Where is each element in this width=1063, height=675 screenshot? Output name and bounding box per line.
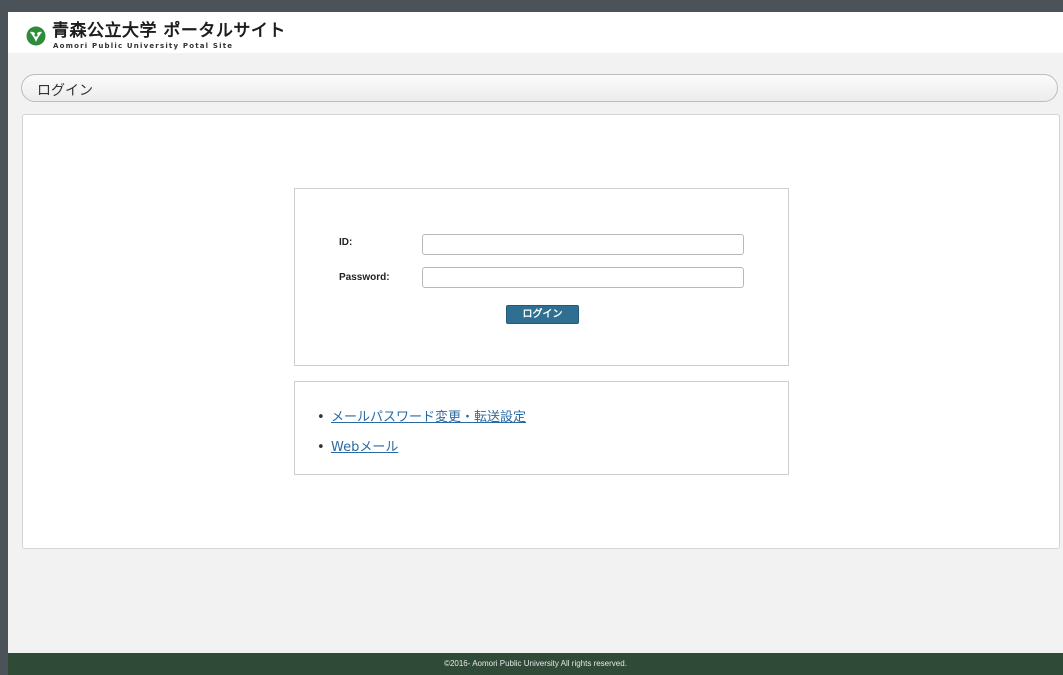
login-form: ID: Password: ログイン [294, 188, 789, 366]
password-label: Password: [339, 272, 390, 283]
site-footer: ©2016- Aomori Public University All righ… [8, 653, 1063, 675]
site-title: 青森公立大学 ポータルサイト [52, 21, 286, 41]
links-panel: • メールパスワード変更・転送設定 • Webメール [294, 381, 789, 475]
webmail-link[interactable]: Webメール [331, 440, 398, 455]
breadcrumb: ログイン [21, 74, 1058, 102]
id-input[interactable] [422, 234, 744, 255]
list-item: • Webメール [317, 436, 398, 455]
list-item: • メールパスワード変更・転送設定 [317, 406, 526, 425]
window-left-edge [0, 0, 8, 675]
page-title: ログイン [37, 83, 93, 99]
site-header: 青森公立大学 ポータルサイト Aomori Public University … [8, 12, 1063, 53]
id-label: ID: [339, 237, 353, 248]
university-logo-icon [26, 26, 46, 46]
login-button[interactable]: ログイン [506, 305, 579, 324]
window-top-edge [0, 0, 1063, 12]
bullet-icon: • [317, 440, 325, 455]
mail-password-settings-link[interactable]: メールパスワード変更・転送設定 [331, 410, 526, 425]
site-subtitle: Aomori Public University Potal Site [53, 42, 234, 50]
copyright-text: ©2016- Aomori Public University All righ… [444, 659, 627, 668]
password-input[interactable] [422, 267, 744, 288]
bullet-icon: • [317, 410, 325, 425]
